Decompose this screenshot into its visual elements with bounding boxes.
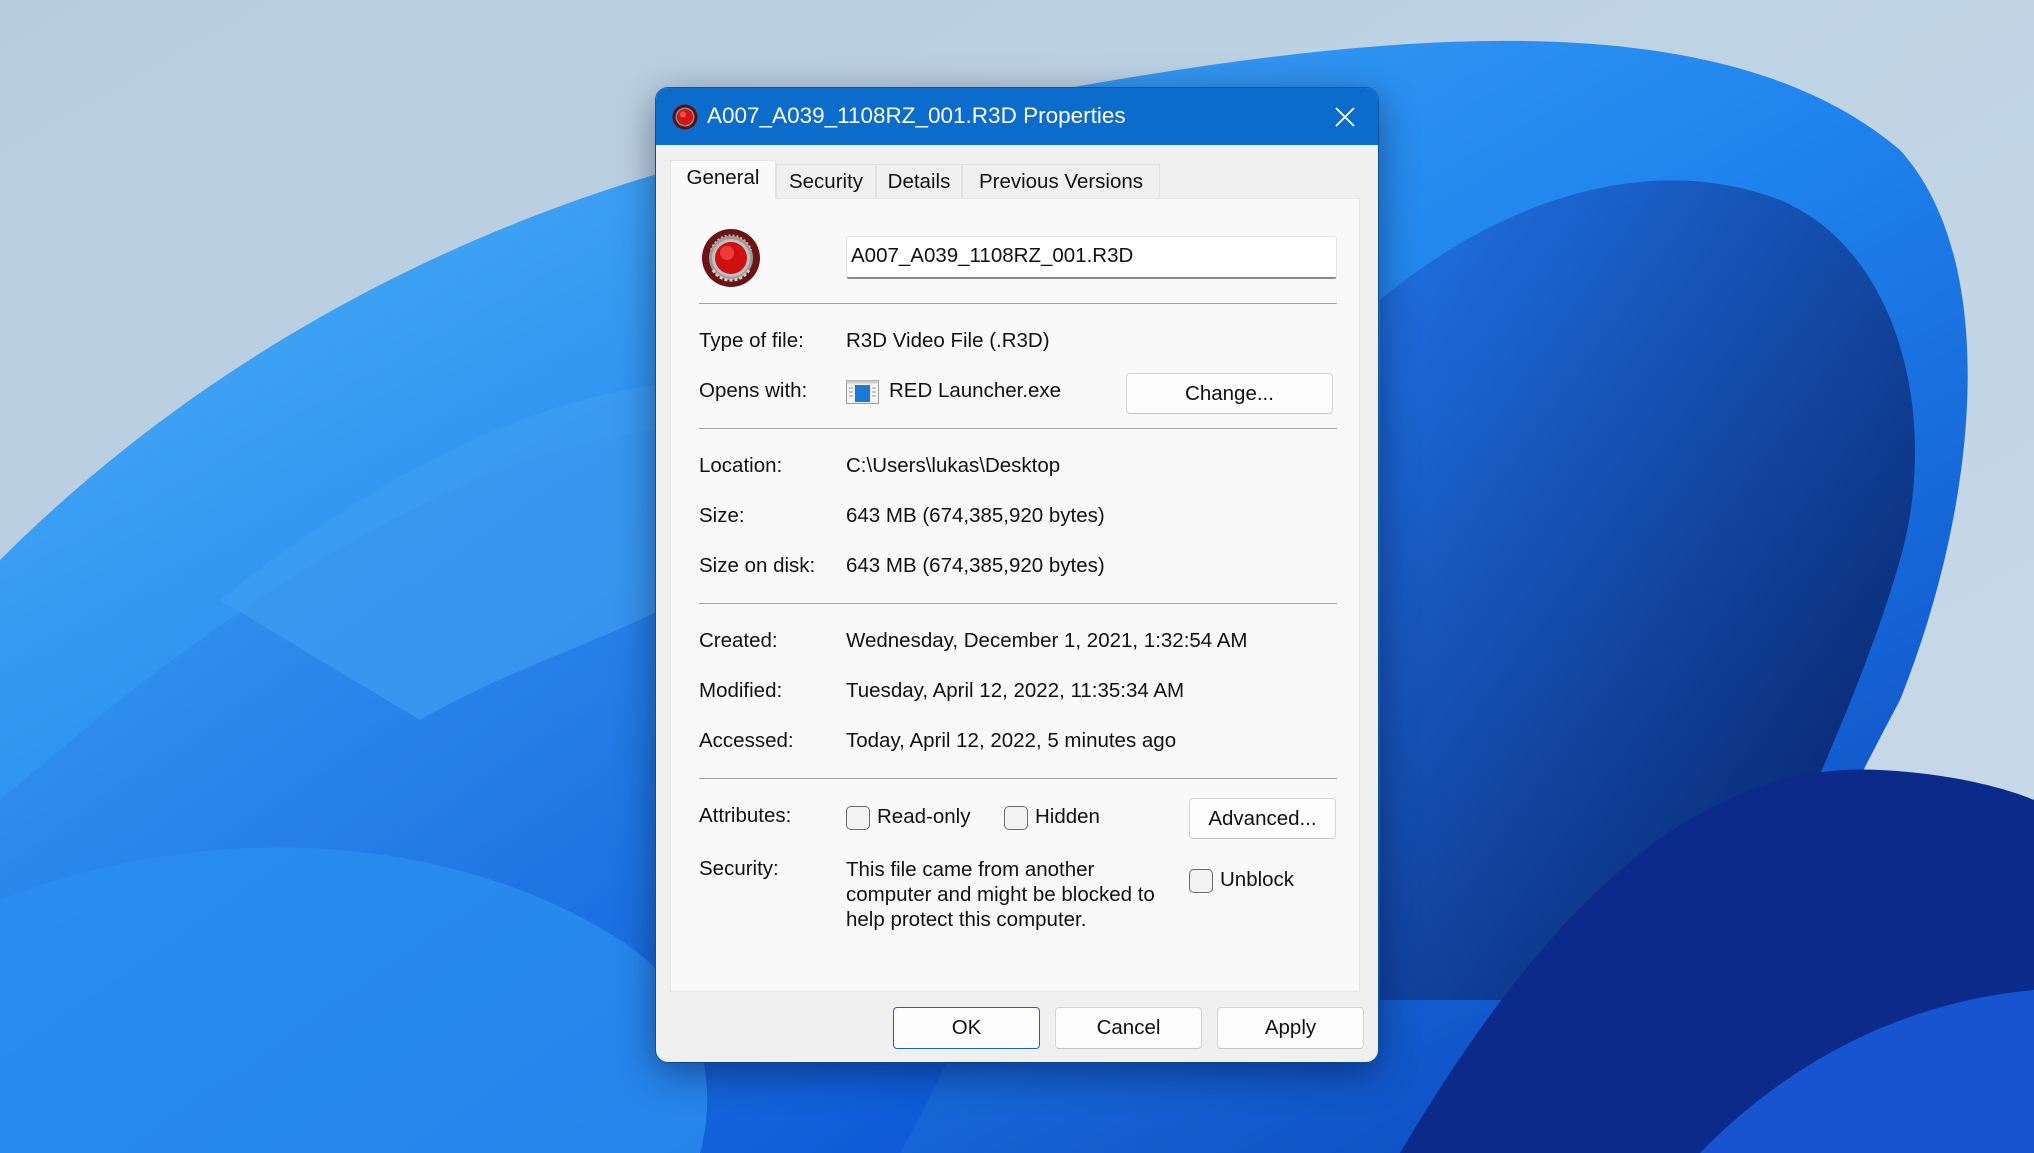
- app-window-icon: [846, 380, 879, 404]
- created-value: Wednesday, December 1, 2021, 1:32:54 AM: [846, 629, 1248, 652]
- dialog-title: A007_A039_1108RZ_001.R3D Properties: [707, 103, 1126, 128]
- security-message: This file came from another computer and…: [846, 858, 1155, 931]
- file-name-input[interactable]: [846, 236, 1337, 279]
- tab-details[interactable]: Details: [876, 164, 962, 198]
- red-player-icon: [702, 229, 760, 287]
- close-icon: [1335, 106, 1355, 127]
- accessed-label: Accessed:: [699, 729, 794, 752]
- read-only-label[interactable]: Read-only: [877, 805, 970, 829]
- opens-with-value: RED Launcher.exe: [889, 379, 1062, 402]
- type-of-file-label: Type of file:: [699, 329, 804, 352]
- accessed-value: Today, April 12, 2022, 5 minutes ago: [846, 729, 1177, 752]
- type-of-file-value: R3D Video File (.R3D): [846, 329, 1050, 352]
- size-on-disk-value: 643 MB (674,385,920 bytes): [846, 554, 1105, 577]
- apply-button[interactable]: Apply: [1217, 1007, 1364, 1049]
- advanced-button[interactable]: Advanced...: [1189, 798, 1336, 839]
- change-button[interactable]: Change...: [1126, 373, 1333, 414]
- size-on-disk-label: Size on disk:: [699, 554, 816, 577]
- general-tab-panel: Type of file: R3D Video File (.R3D) Open…: [670, 198, 1360, 992]
- tab-previous-versions[interactable]: Previous Versions: [962, 164, 1160, 198]
- created-label: Created:: [699, 629, 778, 652]
- separator: [699, 428, 1337, 429]
- tab-general[interactable]: General: [670, 160, 776, 199]
- location-label: Location:: [699, 454, 783, 477]
- unblock-label[interactable]: Unblock: [1220, 868, 1294, 892]
- properties-dialog: A007_A039_1108RZ_001.R3D Properties Gene…: [656, 88, 1378, 1062]
- modified-label: Modified:: [699, 679, 783, 702]
- read-only-checkbox[interactable]: [846, 806, 870, 830]
- unblock-checkbox[interactable]: [1189, 869, 1213, 893]
- modified-value: Tuesday, April 12, 2022, 11:35:34 AM: [846, 679, 1185, 702]
- title-bar[interactable]: A007_A039_1108RZ_001.R3D Properties: [656, 88, 1378, 145]
- cancel-button[interactable]: Cancel: [1055, 1007, 1202, 1049]
- opens-with-label: Opens with:: [699, 379, 808, 402]
- location-value: C:\Users\lukas\Desktop: [846, 454, 1061, 477]
- separator: [699, 303, 1337, 304]
- close-button[interactable]: [1312, 88, 1378, 145]
- red-player-icon: [672, 104, 698, 130]
- security-label: Security:: [699, 857, 779, 880]
- size-label: Size:: [699, 504, 745, 527]
- hidden-checkbox[interactable]: [1004, 806, 1028, 830]
- separator: [699, 603, 1337, 604]
- tab-security[interactable]: Security: [776, 164, 876, 198]
- ok-button[interactable]: OK: [893, 1007, 1040, 1049]
- size-value: 643 MB (674,385,920 bytes): [846, 504, 1105, 527]
- hidden-label[interactable]: Hidden: [1035, 805, 1100, 829]
- separator: [699, 778, 1337, 779]
- attributes-label: Attributes:: [699, 804, 792, 827]
